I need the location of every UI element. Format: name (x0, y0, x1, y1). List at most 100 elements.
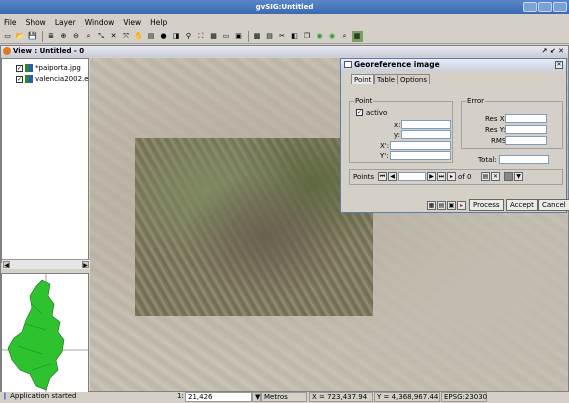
x-prime-field[interactable] (390, 141, 451, 150)
status-message: Application started (10, 392, 77, 400)
delete-point-icon[interactable]: ✕ (491, 172, 500, 181)
layer-checkbox[interactable]: ✓ (16, 64, 23, 72)
window-icon (344, 61, 352, 68)
layer-checkbox[interactable]: ✓ (16, 75, 23, 83)
close-icon[interactable]: ✕ (555, 61, 563, 69)
close-button[interactable] (553, 2, 567, 12)
zoom-next-icon[interactable]: ✕ (108, 31, 119, 42)
toc-layer-valencia[interactable]: ✓ valencia2002.e (16, 74, 89, 84)
select-icon[interactable]: ◨ (171, 31, 182, 42)
scale-dropdown-icon[interactable]: ▼ (252, 392, 261, 402)
total-label: Total: (478, 156, 497, 164)
new-point-icon[interactable]: ▸ (447, 172, 456, 181)
color-dropdown-icon[interactable]: ▼ (514, 172, 523, 181)
points-count-label: of 0 (458, 173, 472, 181)
y-label: y: (394, 131, 400, 139)
color-icon[interactable] (504, 172, 513, 181)
locator-map[interactable] (1, 273, 89, 393)
raster-layer-icon (25, 64, 33, 72)
image-icon[interactable]: ▣ (233, 31, 244, 42)
menu-show[interactable]: Show (26, 18, 46, 27)
menu-layer[interactable]: Layer (55, 18, 76, 27)
last-point-icon[interactable]: ⏭ (437, 172, 446, 181)
table-view-icon[interactable]: ▦ (427, 201, 436, 210)
georef-active-icon[interactable]: ▦ (351, 31, 363, 42)
layer-name: *paiporta.jpg (35, 64, 81, 72)
tab-options[interactable]: Options (397, 74, 431, 84)
epsg-label: EPSG:23030 (441, 392, 487, 402)
minimize-button[interactable] (523, 2, 537, 12)
tab-point[interactable]: Point (351, 74, 375, 84)
res-x-label: Res X: (485, 115, 507, 123)
toolbar-separator (41, 31, 44, 42)
layers-icon[interactable]: ≣ (46, 31, 57, 42)
graphic-icon[interactable]: ▭ (221, 31, 232, 42)
first-point-icon[interactable]: ⏮ (378, 172, 387, 181)
toc-layer-paiporta[interactable]: ✓ *paiporta.jpg (16, 63, 81, 73)
search-icon[interactable]: ⌕ (339, 31, 350, 42)
x-field[interactable] (401, 120, 451, 129)
menu-help[interactable]: Help (150, 18, 167, 27)
scale-input[interactable]: 21,426 (185, 392, 252, 402)
save-table-icon[interactable]: ▤ (437, 201, 446, 210)
activo-label: activo (366, 109, 388, 117)
scroll-left-icon[interactable]: ◀ (3, 261, 10, 269)
refresh-b-icon[interactable]: ◉ (327, 31, 338, 42)
info-icon[interactable]: ● (158, 31, 169, 42)
select-rect-icon[interactable]: ▦ (208, 31, 219, 42)
window-title: gvSIG:Untitled (255, 3, 314, 11)
zoom-box-icon[interactable]: ⤧ (121, 31, 132, 42)
activo-checkbox[interactable]: ✓ (356, 109, 363, 116)
zoom-in-icon[interactable]: ⊕ (58, 31, 69, 42)
locator-map-svg (2, 274, 88, 392)
scale-prefix: 1: (175, 392, 184, 402)
y-field[interactable] (401, 130, 451, 139)
save-icon[interactable]: 💾 (27, 31, 38, 42)
pan-icon[interactable]: ✋ (133, 31, 144, 42)
toc-horizontal-scrollbar[interactable]: ◀ ▶ (2, 259, 90, 269)
area-icon[interactable]: ⛶ (196, 31, 207, 42)
properties-icon[interactable]: ▤ (146, 31, 157, 42)
georeference-title-bar: Georeference image ✕ (341, 59, 566, 71)
zoom-full-icon[interactable]: ⌕ (83, 31, 94, 42)
copy-icon[interactable]: ❐ (302, 31, 313, 42)
accept-button[interactable]: Accept (506, 199, 538, 211)
tool-icon[interactable]: ✂ (277, 31, 288, 42)
report-icon[interactable]: ▤ (264, 31, 275, 42)
point-selector[interactable] (398, 172, 426, 181)
res-x-field (505, 114, 547, 123)
zoom-prev-icon[interactable]: ⤡ (96, 31, 107, 42)
total-field (499, 155, 549, 164)
tab-table[interactable]: Table (374, 74, 399, 84)
menu-file[interactable]: File (4, 18, 17, 27)
view-window-controls[interactable]: ↗ ↙ ✕ (542, 46, 564, 57)
raster-layer-icon (25, 75, 33, 83)
menu-view[interactable]: View (123, 18, 141, 27)
scroll-right-icon[interactable]: ▶ (82, 261, 89, 269)
prev-point-icon[interactable]: ◀ (388, 172, 397, 181)
table-icon[interactable]: ▩ (252, 31, 263, 42)
load-table-icon[interactable]: ▣ (447, 201, 456, 210)
georef-icon[interactable]: ◧ (289, 31, 300, 42)
view-globe-icon (3, 47, 11, 55)
zoom-out-icon[interactable]: ⊖ (71, 31, 82, 42)
next-point-icon[interactable]: ▶ (427, 172, 436, 181)
export-csv-icon[interactable]: ▸ (457, 201, 466, 210)
new-icon[interactable]: ▭ (2, 31, 13, 42)
process-button[interactable]: Process (469, 199, 504, 211)
refresh-a-icon[interactable]: ◉ (314, 31, 325, 42)
valencia-region-shape (7, 279, 65, 391)
rms-field (505, 136, 547, 145)
measure-icon[interactable]: ⚲ (183, 31, 194, 42)
maximize-button[interactable] (538, 2, 552, 12)
status-message-cell: ❙ Application started (0, 392, 168, 402)
view-title-bar: View : Untitled - 0 ↗ ↙ ✕ (1, 46, 568, 57)
clear-point-icon[interactable]: ▤ (481, 172, 490, 181)
layer-toc: ✓ *paiporta.jpg ✓ valencia2002.e ◀ ▶ (1, 58, 90, 269)
status-bar: ❙ Application started 1: 21,426 ▼ Metros… (0, 392, 569, 403)
menu-window[interactable]: Window (85, 18, 115, 27)
layer-name: valencia2002.e (35, 75, 89, 83)
open-icon[interactable]: 📂 (15, 31, 26, 42)
y-prime-field[interactable] (390, 151, 451, 160)
cancel-button[interactable]: Cancel (538, 199, 569, 211)
